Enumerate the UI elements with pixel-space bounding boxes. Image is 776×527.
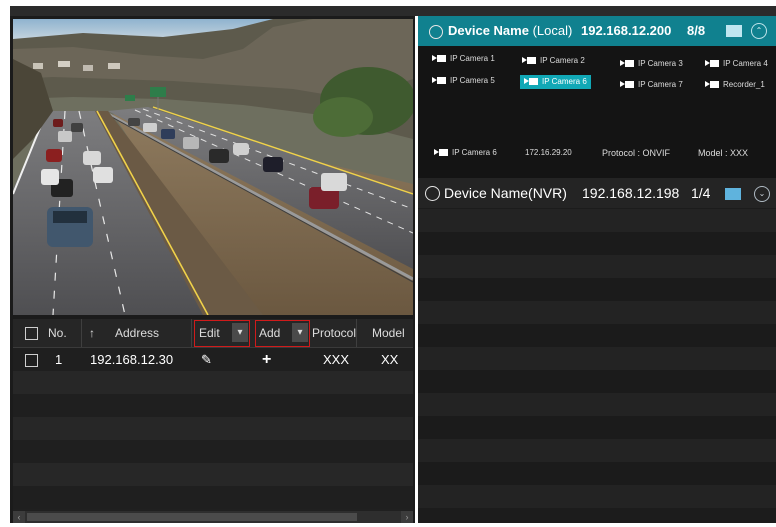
- scrollbar-thumb[interactable]: [27, 513, 357, 521]
- list-row-empty: [418, 347, 776, 370]
- top-bar: [10, 6, 776, 16]
- device-local-cameras: IP Camera 1 IP Camera 2 IP Camera 3 IP C…: [418, 46, 776, 178]
- list-row-empty: [418, 416, 776, 439]
- camera-item-4[interactable]: IP Camera 4: [705, 57, 768, 71]
- col-address-header[interactable]: ↑ Address: [83, 319, 192, 347]
- camera-item-3[interactable]: IP Camera 3: [620, 57, 683, 71]
- left-panel: No. ↑ Address Edit ▾ Add ▾ Protocol Mode…: [10, 16, 415, 523]
- collapse-icon[interactable]: ⌃: [751, 23, 767, 39]
- scroll-left-icon[interactable]: ‹: [13, 511, 25, 523]
- pencil-icon[interactable]: ✎: [201, 348, 212, 371]
- row-address: 192.168.12.30: [90, 352, 174, 367]
- row-checkbox[interactable]: [25, 354, 38, 367]
- add-highlight-box: [255, 320, 310, 347]
- table-row[interactable]: 1 192.168.12.30 ✎ + XXX XX: [13, 348, 413, 371]
- list-row-empty: [418, 278, 776, 301]
- horizontal-scrollbar[interactable]: ‹ ›: [13, 511, 413, 523]
- camera-icon: [705, 60, 719, 68]
- app-window: No. ↑ Address Edit ▾ Add ▾ Protocol Mode…: [0, 0, 776, 527]
- device-ip: 192.168.12.198: [582, 185, 680, 201]
- table-row-empty: [13, 440, 413, 463]
- edit-highlight-box: [194, 320, 250, 347]
- monitor-icon[interactable]: [725, 188, 741, 200]
- row-no: 1: [55, 352, 63, 367]
- camera-icon: [432, 55, 446, 63]
- scroll-right-icon[interactable]: ›: [401, 511, 413, 523]
- device-list-panel: Device Name (Local) 192.168.12.200 8/8 ⌃…: [418, 16, 776, 523]
- device-search-table: No. ↑ Address Edit ▾ Add ▾ Protocol Mode…: [13, 319, 413, 523]
- table-row-empty: [13, 486, 413, 509]
- device-local-header[interactable]: Device Name (Local) 192.168.12.200 8/8 ⌃: [418, 16, 776, 46]
- table-header: No. ↑ Address Edit ▾ Add ▾ Protocol Mode…: [13, 319, 413, 348]
- table-row-empty: [13, 417, 413, 440]
- list-row-empty: [418, 439, 776, 462]
- camera-icon: [620, 60, 634, 68]
- recorder-item-1[interactable]: Recorder_1: [705, 78, 765, 92]
- list-row-empty: [418, 209, 776, 232]
- device-name: Device Name(NVR): [444, 185, 567, 201]
- highway-video-image: [13, 19, 413, 315]
- camera-icon: [620, 81, 634, 89]
- list-row-empty: [418, 485, 776, 508]
- live-video-view[interactable]: [13, 19, 413, 315]
- plus-icon[interactable]: +: [262, 348, 271, 371]
- monitor-icon[interactable]: [726, 25, 742, 37]
- list-row-empty: [418, 324, 776, 347]
- table-row-empty: [13, 394, 413, 417]
- camera-icon: [432, 77, 446, 85]
- camera-detail-model: Model : XXX: [698, 148, 749, 158]
- list-row-empty: [418, 462, 776, 485]
- camera-icon: [522, 57, 536, 65]
- list-row-empty: [418, 301, 776, 324]
- device-ip: 192.168.12.200: [581, 23, 672, 38]
- camera-item-7[interactable]: IP Camera 7: [620, 78, 683, 92]
- camera-detail-protocol: Protocol : ONVIF: [602, 148, 671, 158]
- col-model-header[interactable]: Model: [372, 319, 412, 347]
- sort-up-icon: ↑: [89, 326, 95, 340]
- row-model: XX: [381, 352, 399, 367]
- device-name: Device Name (Local): [448, 23, 573, 38]
- camera-icon: [434, 149, 448, 157]
- device-radio-icon[interactable]: [425, 186, 440, 201]
- device-nvr-header[interactable]: Device Name(NVR) 192.168.12.198 1/4 ⌄: [418, 178, 776, 208]
- list-row-empty: [418, 393, 776, 416]
- expand-icon[interactable]: ⌄: [754, 186, 770, 202]
- row-protocol: XXX: [323, 352, 350, 367]
- col-protocol-header[interactable]: Protocol: [312, 319, 357, 347]
- camera-item-1[interactable]: IP Camera 1: [432, 52, 495, 66]
- camera-item-2[interactable]: IP Camera 2: [522, 54, 585, 68]
- camera-item-5[interactable]: IP Camera 5: [432, 74, 495, 88]
- table-row-empty: [13, 371, 413, 394]
- col-no-header[interactable]: No.: [45, 319, 82, 347]
- list-row-empty: [418, 370, 776, 393]
- camera-item-6-selected[interactable]: IP Camera 6: [520, 75, 591, 89]
- device-count: 8/8: [687, 23, 706, 38]
- device-count: 1/4: [691, 185, 711, 201]
- camera-icon: [705, 81, 719, 89]
- device-radio-icon[interactable]: [429, 25, 443, 39]
- select-all-checkbox[interactable]: [25, 327, 38, 340]
- list-row-empty: [418, 232, 776, 255]
- table-row-empty: [13, 463, 413, 486]
- camera-icon: [524, 78, 538, 86]
- camera-detail-ip: 172.16.29.20: [525, 148, 572, 157]
- list-row-empty: [418, 255, 776, 278]
- camera-detail-name: IP Camera 6: [434, 146, 497, 160]
